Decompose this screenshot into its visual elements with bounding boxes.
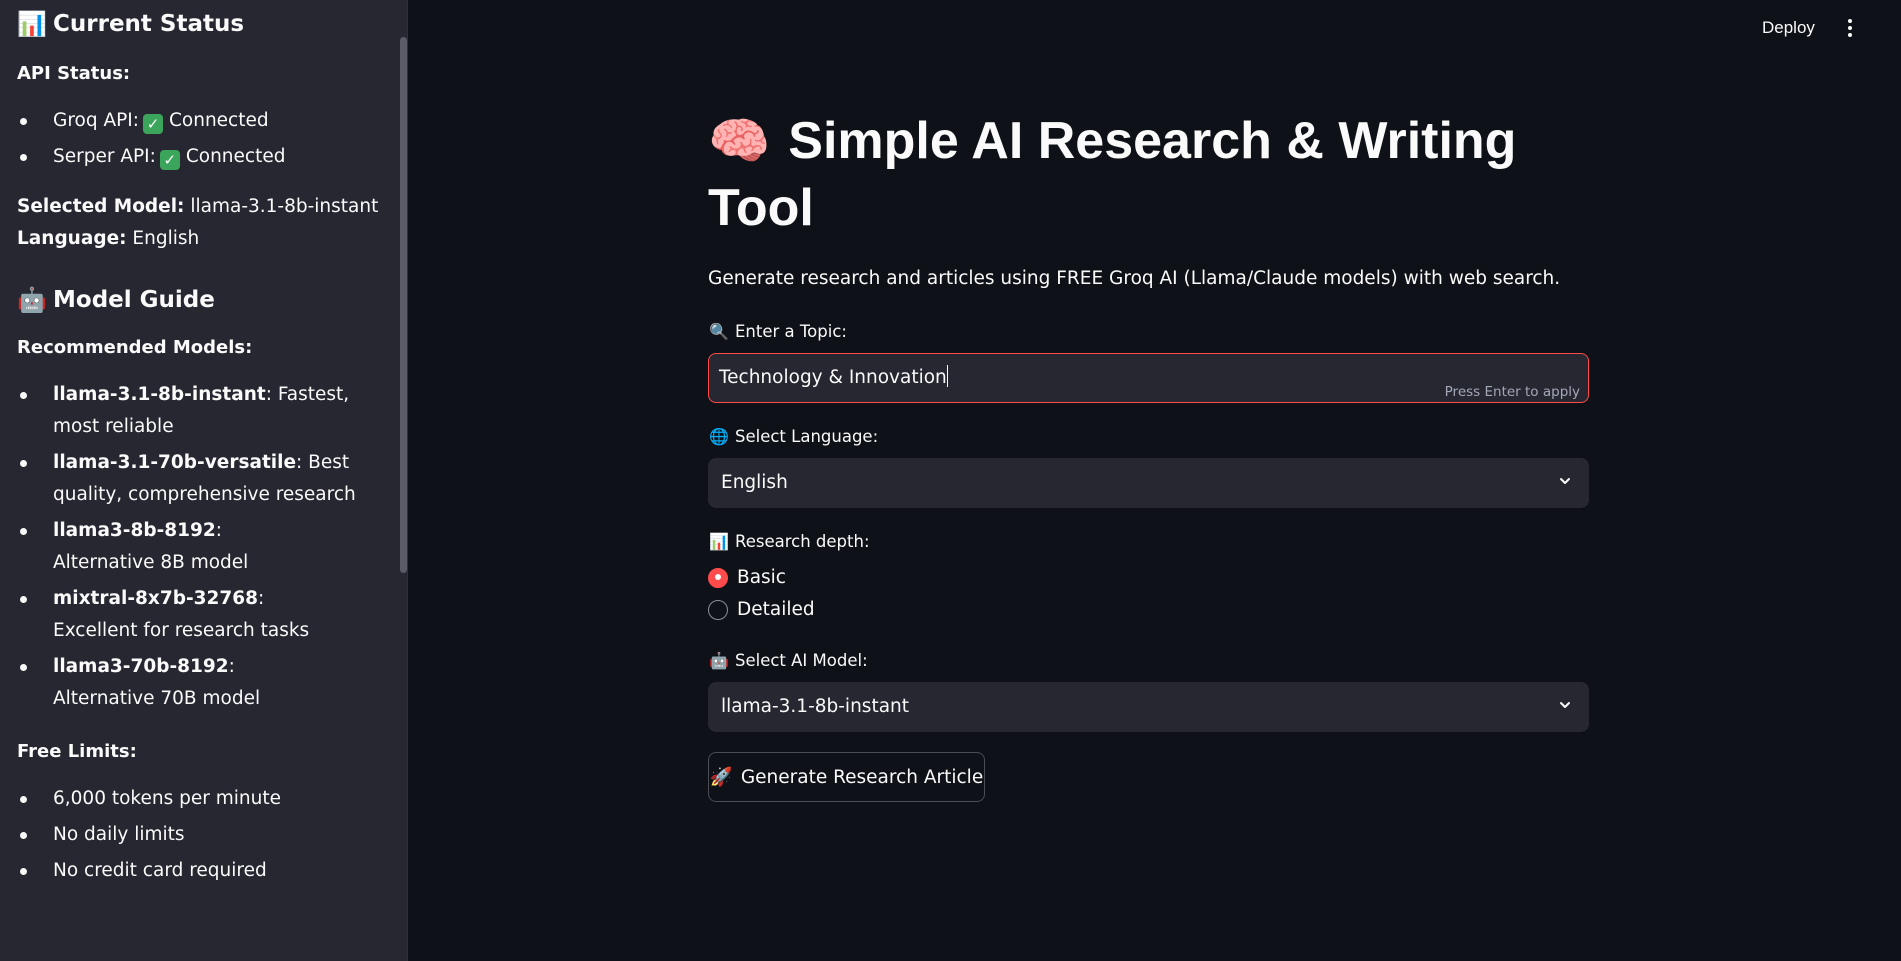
radio-button[interactable] xyxy=(708,599,728,620)
current-status-heading: 📊 Current Status xyxy=(17,1,380,47)
text-caret xyxy=(946,365,948,387)
search-icon: 🔍 xyxy=(709,322,729,341)
robot-icon: 🤖 xyxy=(17,286,47,314)
deploy-button[interactable]: Deploy xyxy=(1756,14,1821,42)
list-item: llama-3.1-70b-versatile: Best quality, c… xyxy=(17,447,357,511)
current-status-title: Current Status xyxy=(53,11,245,37)
page-title-text: Simple AI Research & Writing Tool xyxy=(708,112,1517,237)
press-enter-hint: Press Enter to apply xyxy=(1444,384,1580,400)
language-label: Language: xyxy=(17,228,127,249)
model-name: llama-3.1-70b-versatile xyxy=(53,452,297,473)
topic-input[interactable]: Technology & Innovation Press Enter to a… xyxy=(708,353,1589,403)
selected-model-label: Selected Model: xyxy=(17,196,185,217)
radio-button-checked[interactable] xyxy=(708,567,728,588)
model-name: llama-3.1-8b-instant xyxy=(53,384,266,405)
free-limits-label: Free Limits: xyxy=(17,741,137,762)
model-guide-title: Model Guide xyxy=(53,287,215,313)
selected-model-line: Selected Model: llama-3.1-8b-instant xyxy=(17,191,380,223)
bar-chart-icon: 📊 xyxy=(709,532,729,551)
topic-label-text: Enter a Topic: xyxy=(735,322,847,341)
sidebar-content: 📊 Current Status API Status: Groq API: ✓ C… xyxy=(0,1,380,887)
language-label-text: Select Language: xyxy=(735,427,879,446)
language-select-value: English xyxy=(721,472,788,493)
more-vertical-icon[interactable] xyxy=(1840,16,1860,40)
page-subtitle: Generate research and articles using FRE… xyxy=(708,268,1561,289)
globe-icon: 🌐 xyxy=(709,427,729,446)
generate-button[interactable]: 🚀 Generate Research Article xyxy=(708,752,985,802)
depth-label: 📊 Research depth: xyxy=(709,532,870,551)
language-value: English xyxy=(132,228,200,249)
model-select[interactable]: llama-3.1-8b-instant xyxy=(708,682,1589,732)
api-status-label: API Status: xyxy=(17,63,131,84)
check-icon: ✓ xyxy=(142,114,163,134)
model-name: mixtral-8x7b-32768 xyxy=(53,588,258,609)
page-title: 🧠 Simple AI Research & Writing Tool xyxy=(708,108,1590,242)
list-item: 6,000 tokens per minute xyxy=(17,783,380,815)
model-select-value: llama-3.1-8b-instant xyxy=(721,696,910,717)
api-name: Serper API: xyxy=(53,146,156,167)
topic-label: 🔍 Enter a Topic: xyxy=(709,322,847,341)
limits-list: 6,000 tokens per minute No daily limits … xyxy=(17,783,380,887)
list-item: Groq API: ✓ Connected xyxy=(17,105,380,137)
depth-label-text: Research depth: xyxy=(735,532,870,551)
models-list: llama-3.1-8b-instant: Fastest, most reli… xyxy=(17,379,380,715)
language-label: 🌐 Select Language: xyxy=(709,427,878,446)
model-name: llama3-8b-8192 xyxy=(53,520,216,541)
list-item: llama3-8b-8192: Alternative 8B model xyxy=(17,515,317,579)
radio-label: Detailed xyxy=(737,599,815,620)
api-status-list: Groq API: ✓ Connected Serper API: ✓ Connecte… xyxy=(17,105,380,173)
topic-input-value: Technology & Innovation xyxy=(719,367,947,388)
model-label: 🤖 Select AI Model: xyxy=(709,651,868,670)
robot-icon: 🤖 xyxy=(709,651,729,670)
radio-detailed[interactable]: Detailed xyxy=(708,599,815,620)
api-name: Groq API: xyxy=(53,110,139,131)
generate-button-label: Generate Research Article xyxy=(740,766,984,788)
model-guide-heading: 🤖 Model Guide xyxy=(17,277,380,323)
model-label-text: Select AI Model: xyxy=(735,651,868,670)
model-name: llama3-70b-8192 xyxy=(53,656,229,677)
recommended-models-label: Recommended Models: xyxy=(17,337,253,358)
bar-chart-icon: 📊 xyxy=(17,10,47,38)
rocket-icon: 🚀 xyxy=(709,767,733,788)
list-item: mixtral-8x7b-32768: Excellent for resear… xyxy=(17,583,337,647)
selected-model-value: llama-3.1-8b-instant xyxy=(190,196,379,217)
list-item: llama-3.1-8b-instant: Fastest, most reli… xyxy=(17,379,357,443)
list-item: No daily limits xyxy=(17,819,380,851)
language-select[interactable]: English xyxy=(708,458,1589,508)
api-status: Connected xyxy=(185,146,286,167)
sidebar: 📊 Current Status API Status: Groq API: ✓ C… xyxy=(0,0,407,961)
brain-icon: 🧠 xyxy=(708,113,771,169)
check-icon: ✓ xyxy=(159,150,180,170)
list-item: Serper API: ✓ Connected xyxy=(17,141,380,173)
sidebar-divider xyxy=(407,0,408,961)
sidebar-scrollbar[interactable] xyxy=(400,37,407,573)
list-item: No credit card required xyxy=(17,855,380,887)
radio-basic[interactable]: Basic xyxy=(708,567,786,588)
chevron-down-icon xyxy=(1560,702,1570,708)
language-line: Language: English xyxy=(17,223,380,255)
api-status: Connected xyxy=(168,110,269,131)
radio-label: Basic xyxy=(737,567,786,588)
list-item: llama3-70b-8192: Alternative 70B model xyxy=(17,651,337,715)
chevron-down-icon xyxy=(1560,478,1570,484)
